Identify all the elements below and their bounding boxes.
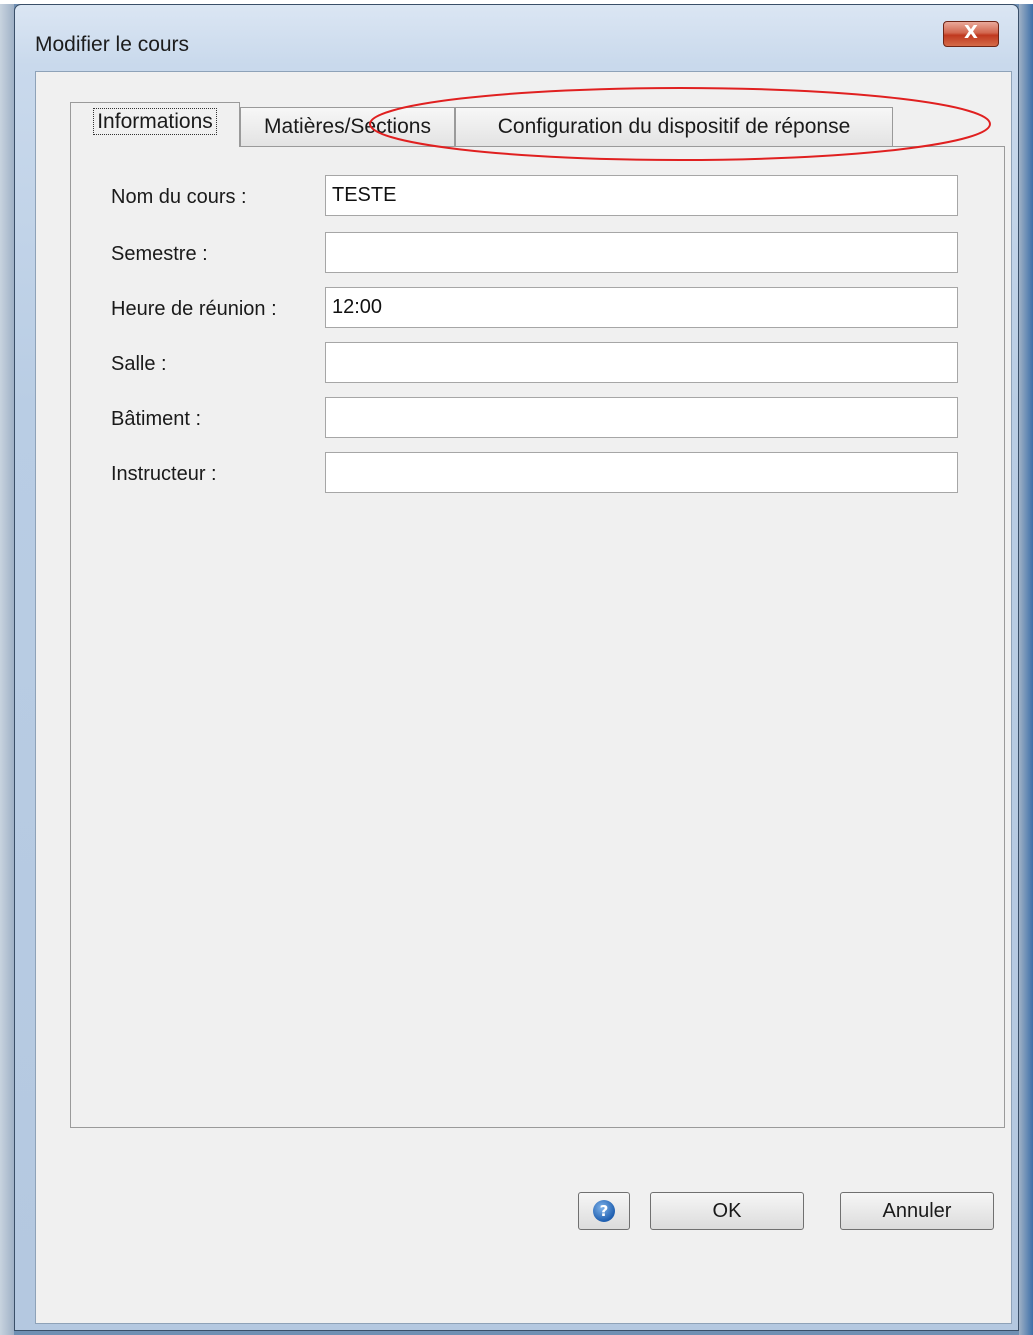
ok-button[interactable]: OK [650,1192,804,1230]
building-label: Bâtiment : [111,408,202,430]
tab-matieres-sections[interactable]: Matières/Sections [240,107,455,146]
tab-informations[interactable]: Informations [70,102,240,147]
meeting-time-input[interactable] [325,287,958,328]
dialog-window: Modifier le cours X Informations Matière… [14,4,1019,1331]
cancel-button[interactable]: Annuler [840,1192,994,1230]
building-input[interactable] [325,397,958,438]
semester-input[interactable] [325,232,958,273]
close-button[interactable]: X [943,21,999,47]
background-app-left-edge [0,4,14,1335]
help-icon: ? [593,1200,615,1222]
dialog-client-area: Informations Matières/Sections Configura… [35,71,1012,1324]
room-label: Salle : [111,353,167,375]
instructor-label: Instructeur : [111,463,217,485]
tab-configuration-label: Configuration du dispositif de réponse [497,115,851,138]
course-name-input[interactable] [325,175,958,216]
room-input[interactable] [325,342,958,383]
meeting-time-label: Heure de réunion : [111,298,277,320]
course-name-label: Nom du cours : [111,186,247,208]
tab-configuration[interactable]: Configuration du dispositif de réponse [455,107,893,146]
tab-informations-label: Informations [93,108,217,135]
instructor-input[interactable] [325,452,958,493]
tab-matieres-sections-label: Matières/Sections [264,115,431,138]
close-icon: X [964,22,978,43]
background-app-right-edge [1019,4,1033,1335]
semester-label: Semestre : [111,243,208,265]
window-title: Modifier le cours [35,33,190,56]
tab-panel-informations: Nom du cours : Semestre : Heure de réuni… [70,146,1005,1128]
help-button[interactable]: ? [578,1192,630,1230]
